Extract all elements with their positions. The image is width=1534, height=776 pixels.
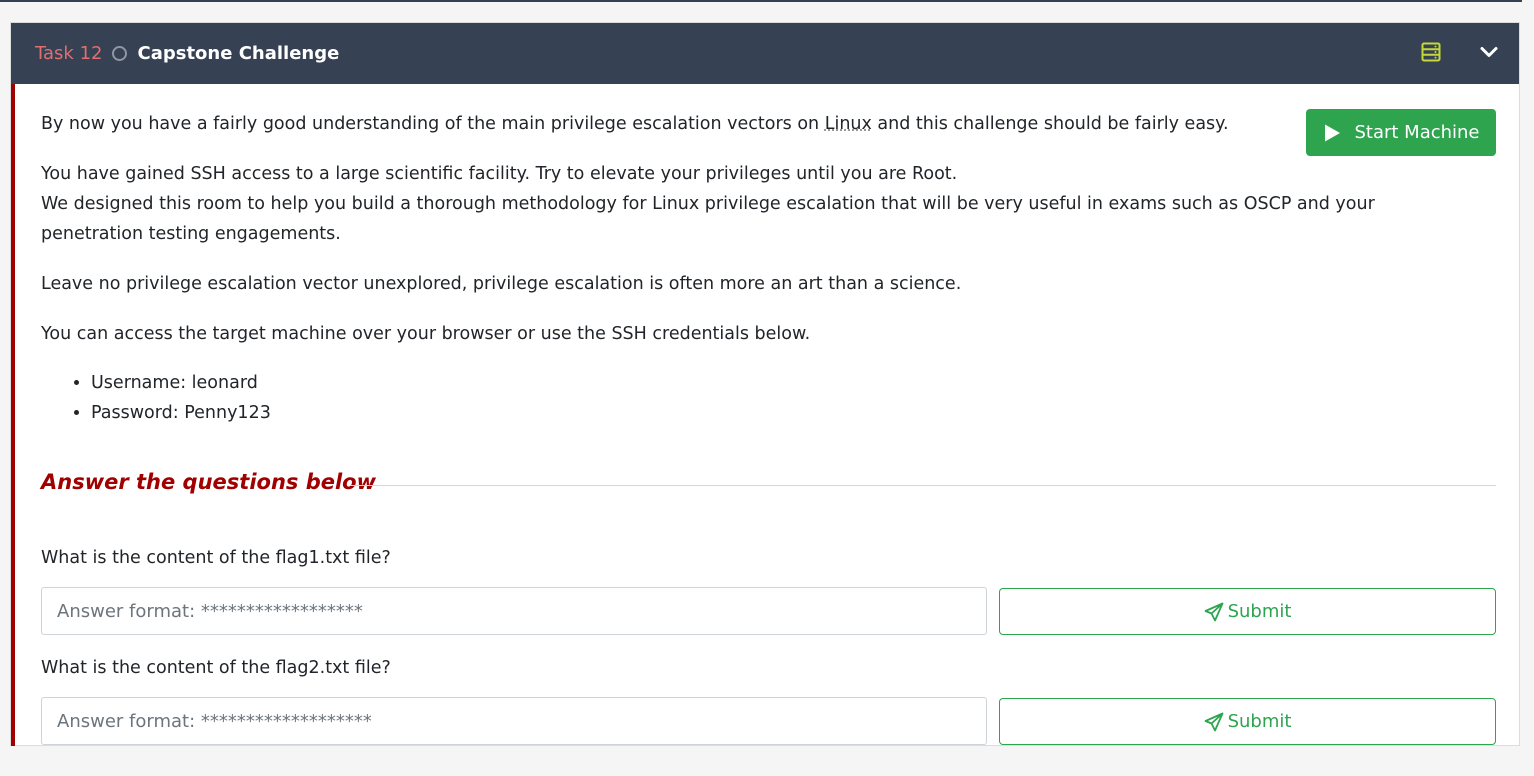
top-divider	[0, 0, 1522, 2]
header-actions	[1421, 23, 1499, 84]
answer-heading-divider	[351, 485, 1496, 486]
description-line-2: We designed this room to help you build …	[41, 194, 1375, 214]
question-1-answer-input[interactable]	[41, 587, 987, 635]
description-line-1: You have gained SSH access to a large sc…	[41, 164, 958, 184]
paper-plane-icon	[1204, 602, 1223, 621]
task-body: By now you have a fairly good understand…	[11, 84, 1519, 746]
intro-paragraph: By now you have a fairly good understand…	[41, 109, 1229, 139]
credential-password: Password: Penny123	[91, 398, 271, 428]
chevron-down-icon[interactable]	[1479, 42, 1499, 66]
description-line-3: penetration testing engagements.	[41, 224, 341, 244]
submit-label: Submit	[1227, 601, 1292, 622]
server-icon[interactable]	[1421, 42, 1479, 66]
credential-username: Username: leonard	[91, 368, 271, 398]
credentials-list: Username: leonard Password: Penny123	[41, 368, 271, 428]
linux-abbreviation: Linux	[824, 114, 872, 134]
answer-section-heading: Answer the questions below	[41, 470, 377, 494]
start-machine-button[interactable]: Start Machine	[1306, 109, 1496, 156]
intro-text-end: and this challenge should be fairly easy…	[871, 114, 1229, 134]
task-status-circle-icon	[112, 46, 128, 61]
play-icon	[1325, 124, 1341, 141]
task-card: Task 12 Capstone Challenge By now you ha…	[10, 22, 1520, 746]
task-title: Capstone Challenge	[137, 43, 340, 64]
paper-plane-icon	[1204, 712, 1223, 731]
task-number: Task 12	[35, 43, 103, 64]
question-1-text: What is the content of the flag1.txt fil…	[41, 548, 391, 568]
advice-paragraph: Leave no privilege escalation vector une…	[41, 274, 962, 294]
start-machine-label: Start Machine	[1354, 122, 1480, 143]
question-2-text: What is the content of the flag2.txt fil…	[41, 658, 391, 678]
task-header[interactable]: Task 12 Capstone Challenge	[11, 23, 1519, 84]
access-paragraph: You can access the target machine over y…	[41, 324, 811, 344]
question-2-submit-button[interactable]: Submit	[999, 698, 1496, 745]
submit-label: Submit	[1227, 711, 1292, 732]
question-1-submit-button[interactable]: Submit	[999, 588, 1496, 635]
intro-text: By now you have a fairly good understand…	[41, 114, 825, 134]
question-2-answer-input[interactable]	[41, 697, 987, 745]
